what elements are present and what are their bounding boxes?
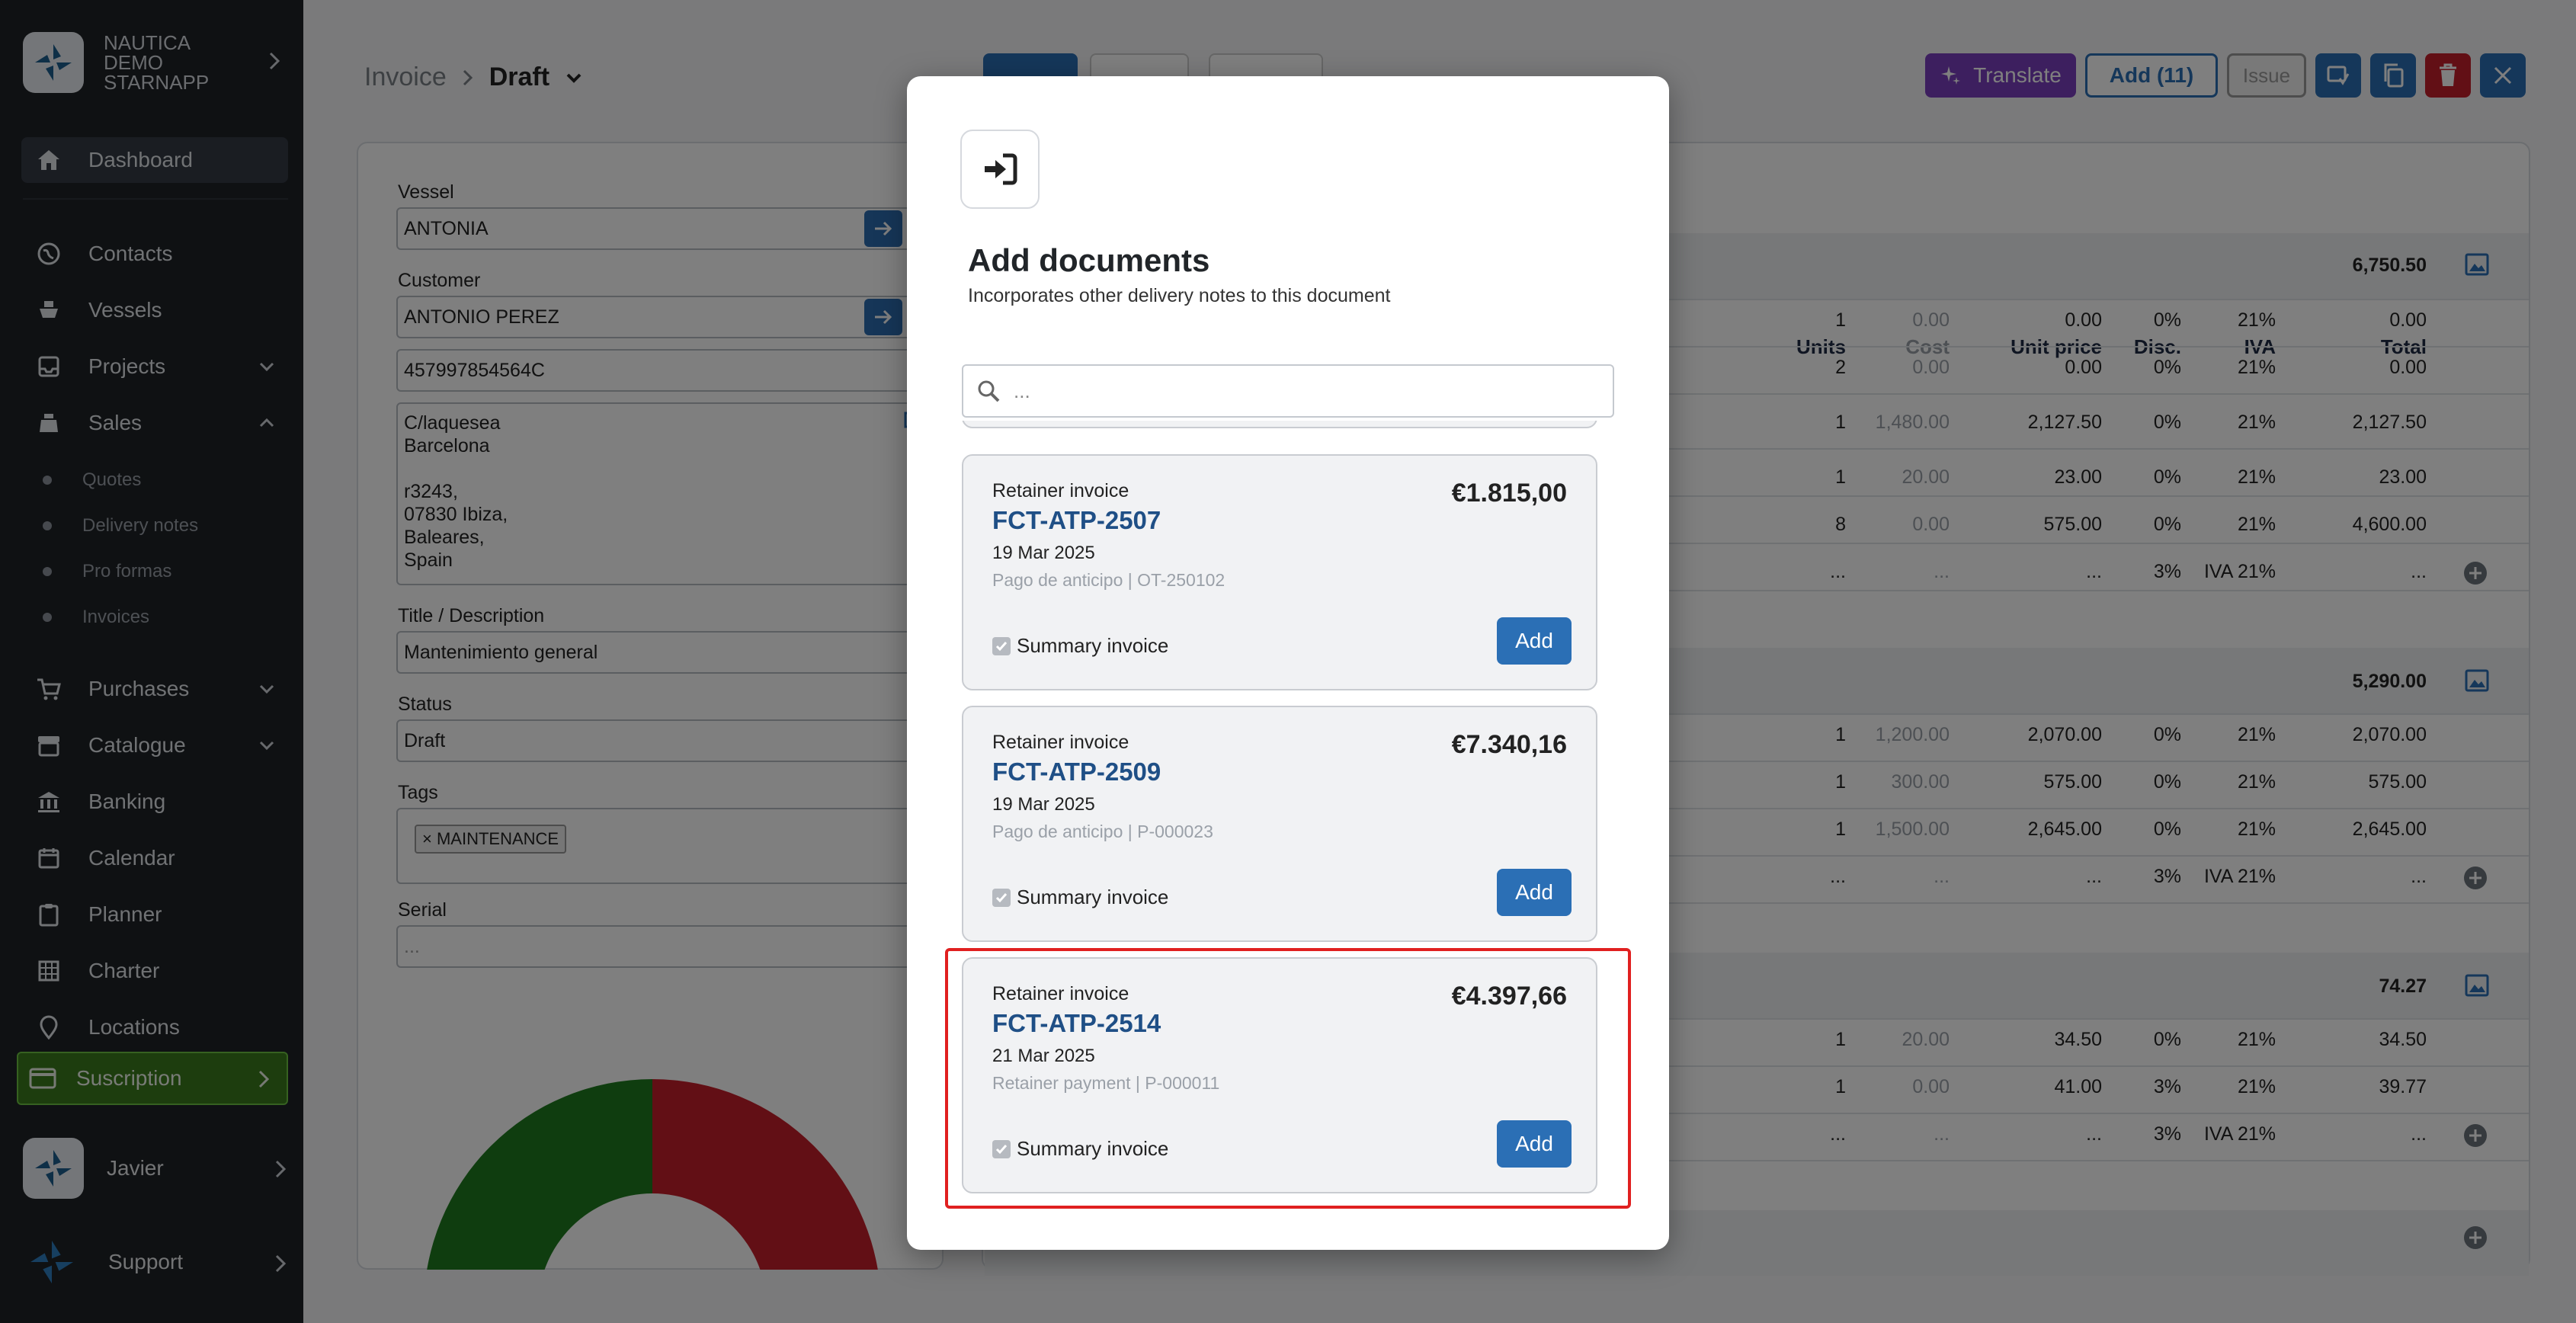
document-date: 19 Mar 2025 — [992, 794, 1095, 815]
document-card: Retainer invoice FCT-ATP-2509 €7.340,16 … — [962, 706, 1597, 942]
document-reference: Pago de anticipo | P-000023 — [992, 822, 1213, 841]
add-document-button[interactable]: Add — [1497, 869, 1572, 916]
document-search-input[interactable]: ... — [962, 364, 1614, 418]
checkbox-label: Summary invoice — [1017, 886, 1169, 908]
document-date: 19 Mar 2025 — [992, 543, 1095, 563]
checkbox-checked-icon — [992, 636, 1011, 655]
modal-subtitle: Incorporates other delivery notes to thi… — [968, 285, 1391, 306]
sign-in-icon — [982, 152, 1018, 186]
modal-icon-box — [960, 130, 1040, 209]
search-placeholder: ... — [1014, 379, 1030, 402]
document-type: Retainer invoice — [992, 480, 1129, 501]
document-amount: €7.340,16 — [1451, 730, 1567, 759]
add-document-button[interactable]: Add — [1497, 617, 1572, 665]
document-number[interactable]: FCT-ATP-2507 — [992, 506, 1161, 535]
document-card: Retainer invoice FCT-ATP-2507 €1.815,00 … — [962, 454, 1597, 690]
document-reference: Pago de anticipo | OT-250102 — [992, 570, 1226, 590]
search-icon — [977, 380, 1000, 402]
checkbox-label: Summary invoice — [1017, 634, 1169, 657]
document-amount: €1.815,00 — [1451, 479, 1567, 508]
document-type: Retainer invoice — [992, 732, 1129, 753]
document-card — [962, 421, 1597, 428]
selection-highlight — [945, 948, 1631, 1209]
modal-title: Add documents — [968, 242, 1210, 278]
checkbox-checked-icon — [992, 888, 1011, 907]
add-documents-modal: Add documents Incorporates other deliver… — [907, 76, 1669, 1250]
summary-invoice-checkbox[interactable]: Summary invoice — [992, 886, 1168, 909]
document-number[interactable]: FCT-ATP-2509 — [992, 758, 1161, 786]
summary-invoice-checkbox[interactable]: Summary invoice — [992, 634, 1168, 658]
